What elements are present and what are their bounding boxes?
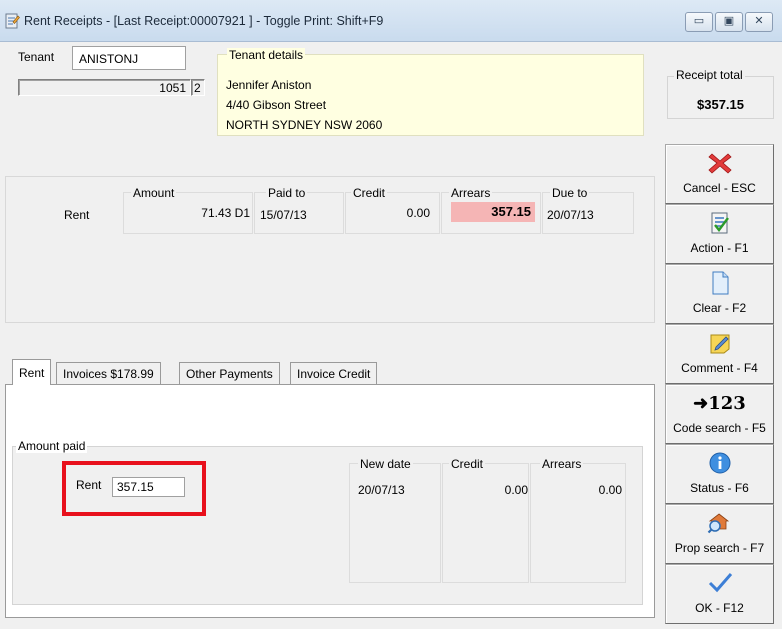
checklist-icon [711, 212, 729, 234]
ledger-due-to-value: 20/07/13 [547, 208, 594, 222]
new-date-cell [349, 463, 441, 583]
app-icon [5, 13, 20, 29]
ledger-header-paid-to: Paid to [266, 186, 308, 200]
new-credit-value: 0.00 [504, 483, 528, 497]
ledger-credit-value: 0.00 [406, 206, 430, 220]
title-bar[interactable]: Rent Receipts - [Last Receipt:00007921 ]… [0, 0, 782, 42]
rent-paid-input[interactable]: 357.15 [112, 477, 185, 497]
tenant-suburb: NORTH SYDNEY NSW 2060 [226, 118, 383, 132]
cancel-button[interactable]: Cancel - ESC [665, 144, 774, 204]
close-button[interactable]: ✕ [745, 12, 773, 32]
ledger-header-arrears: Arrears [449, 186, 493, 200]
code-search-label: Code search - F5 [673, 421, 766, 435]
new-date-value: 20/07/13 [358, 483, 405, 497]
ok-button[interactable]: OK - F12 [665, 564, 774, 624]
comment-label: Comment - F4 [681, 361, 758, 375]
ledger-row-label: Rent [64, 208, 90, 222]
minimize-button[interactable]: ▭ [685, 12, 713, 32]
ledger-arrears-value: 357.15 [451, 202, 535, 222]
tenant-street: 4/40 Gibson Street [226, 98, 327, 112]
new-credit-cell [442, 463, 529, 583]
amount-paid-legend: Amount paid [16, 439, 88, 453]
ok-label: OK - F12 [695, 601, 744, 615]
window-title: Rent Receipts - [Last Receipt:00007921 ]… [24, 14, 384, 28]
code-search-button[interactable]: ➜123 Code search - F5 [665, 384, 774, 444]
red-x-icon [707, 153, 732, 174]
code-search-icon: ➜123 [693, 393, 746, 414]
comment-button[interactable]: Comment - F4 [665, 324, 774, 384]
tab-invoice-credit[interactable]: Invoice Credit [290, 362, 378, 384]
ledger-amount-value: 71.43 D1 [201, 206, 250, 220]
tab-invoices[interactable]: Invoices $178.99 [56, 362, 161, 384]
tenant-number-field: 1051 [18, 79, 191, 96]
rent-paid-label: Rent [76, 478, 102, 492]
tenant-sub-value: 2 [194, 81, 201, 95]
tab-rent[interactable]: Rent [12, 359, 52, 385]
prop-search-label: Prop search - F7 [674, 541, 765, 555]
blank-page-icon [712, 271, 728, 295]
house-search-icon [707, 513, 729, 534]
maximize-button[interactable]: ▣ [715, 12, 743, 32]
prop-search-button[interactable]: Prop search - F7 [665, 504, 774, 564]
new-arrears-value: 0.00 [598, 483, 622, 497]
tab-other-payments[interactable]: Other Payments [179, 362, 280, 384]
checkmark-icon [708, 573, 732, 593]
note-pencil-icon [710, 334, 729, 354]
tenant-code-value: ANISTONJ [79, 52, 139, 66]
status-button[interactable]: Status - F6 [665, 444, 774, 504]
ledger-header-credit: Credit [351, 186, 388, 200]
info-icon [709, 452, 730, 474]
status-label: Status - F6 [690, 481, 749, 495]
tenant-sub-field: 2 [191, 79, 205, 96]
receipt-total-label: Receipt total [674, 68, 745, 82]
new-arrears-cell [530, 463, 626, 583]
tenant-details-box: Jennifer Aniston 4/40 Gibson Street NORT… [217, 54, 644, 136]
ledger-header-amount: Amount [131, 186, 177, 200]
receipt-total-value: $357.15 [697, 97, 744, 112]
clear-button[interactable]: Clear - F2 [665, 264, 774, 324]
tenant-label: Tenant [18, 50, 55, 64]
action-button[interactable]: Action - F1 [665, 204, 774, 264]
ledger-header-due-to: Due to [550, 186, 590, 200]
tenant-code-input[interactable]: ANISTONJ [72, 46, 186, 70]
header-new-arrears: Arrears [540, 457, 584, 471]
action-label: Action - F1 [690, 241, 749, 255]
tenant-details-legend: Tenant details [227, 48, 306, 62]
tenant-number-value: 1051 [159, 81, 186, 95]
receipt-total-box: $357.15 [667, 76, 774, 119]
rent-paid-value: 357.15 [117, 480, 154, 494]
clear-label: Clear - F2 [692, 301, 747, 315]
cancel-label: Cancel - ESC [683, 181, 756, 195]
tenant-name: Jennifer Aniston [226, 78, 312, 92]
header-new-credit: Credit [449, 457, 486, 471]
header-new-date: New date [358, 457, 413, 471]
ledger-paid-to-value: 15/07/13 [260, 208, 307, 222]
